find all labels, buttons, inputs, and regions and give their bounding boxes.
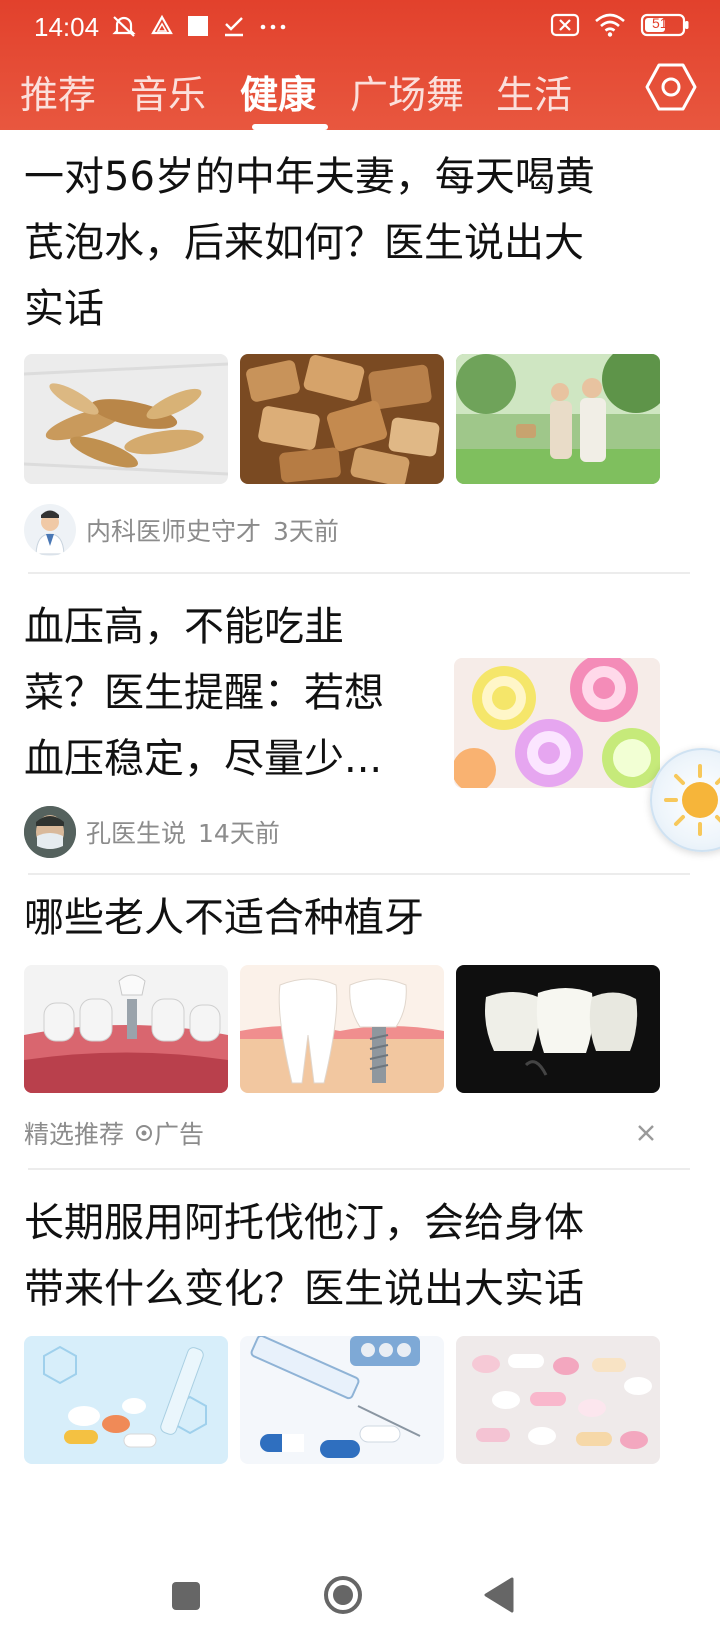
sim-off-icon	[550, 12, 580, 38]
article-title: 一对56岁的中年夫妻，每天喝黄 芪泡水，后来如何？医生说出大 实话	[24, 154, 595, 332]
home-button[interactable]	[322, 1574, 364, 1620]
app-header: 14:04 51 推荐 音乐 健康 广场舞 生活	[0, 0, 720, 130]
ad-eye-icon	[134, 1123, 154, 1143]
tooth-implant-diagram-image	[240, 965, 444, 1093]
astragalus-slices-image	[24, 354, 228, 484]
weather-sun-icon	[660, 760, 720, 844]
tab-health[interactable]: 健康	[240, 64, 316, 119]
author-name[interactable]: 孔医生说	[86, 814, 186, 850]
publish-time: 3天前	[273, 517, 339, 546]
ad-card[interactable]: 哪些老人不适合种植牙 精选推荐 广告	[0, 875, 720, 1167]
tab-recommend[interactable]: 推荐	[20, 64, 96, 119]
back-icon	[480, 1577, 516, 1618]
floating-weather-button[interactable]	[650, 748, 720, 852]
article-card[interactable]: 长期服用阿托伐他汀，会给身体 带来什么变化？医生说出大实话	[0, 1170, 720, 1470]
mute-bell-icon	[110, 12, 138, 40]
tab-music[interactable]: 音乐	[130, 64, 206, 119]
article-card[interactable]: 一对56岁的中年夫妻，每天喝黄 芪泡水，后来如何？医生说出大 实话 内科医师史守…	[0, 130, 720, 572]
recent-apps-button[interactable]	[170, 1580, 202, 1616]
article-meta: 内科医师史守才 3天前	[24, 504, 339, 556]
status-bar: 14:04 51	[0, 0, 720, 56]
article-title: 哪些老人不适合种植牙	[24, 895, 424, 941]
article-meta: 孔医生说 14天前	[24, 806, 280, 858]
article-card[interactable]: 血压高，不能吃韭 菜？医生提醒：若想 血压稳定，尽量少... 孔医生说 14天前	[0, 574, 720, 874]
tab-square-dance[interactable]: 广场舞	[350, 64, 464, 119]
swirl-candies-image	[454, 658, 660, 788]
wifi-icon	[594, 12, 626, 38]
battery-icon: 51	[640, 12, 690, 38]
publish-time: 14天前	[198, 819, 280, 848]
author-avatar[interactable]	[24, 806, 76, 858]
author-name[interactable]: 内科医师史守才	[86, 512, 261, 548]
status-icons-right: 51	[550, 12, 690, 38]
astragalus-chunks-image	[240, 354, 444, 484]
back-button[interactable]	[480, 1576, 516, 1618]
status-icons-left	[110, 12, 288, 40]
more-dots-icon	[258, 14, 288, 38]
square-icon	[186, 14, 210, 38]
tab-life[interactable]: 生活	[496, 64, 572, 119]
category-tabs: 推荐 音乐 健康 广场舞 生活	[0, 58, 720, 130]
syringe-capsules-image	[240, 1336, 444, 1464]
elderly-couple-park-image	[456, 354, 660, 484]
system-nav-bar	[0, 1550, 720, 1650]
article-title: 长期服用阿托伐他汀，会给身体 带来什么变化？医生说出大实话	[24, 1200, 584, 1312]
check-icon	[222, 14, 246, 38]
hexagon-settings-icon	[642, 63, 700, 120]
ad-meta: 精选推荐 广告	[24, 1115, 204, 1151]
ad-tag: 广告	[154, 1120, 205, 1149]
dental-implant-gum-image	[24, 965, 228, 1093]
dental-crowns-image	[456, 965, 660, 1093]
author-avatar[interactable]	[24, 504, 76, 556]
drive-icon	[150, 14, 174, 38]
close-icon	[630, 1125, 662, 1153]
dismiss-ad-button[interactable]	[630, 1117, 662, 1149]
home-icon	[322, 1576, 364, 1620]
recent-apps-icon	[170, 1582, 202, 1616]
article-title: 血压高，不能吃韭 菜？医生提醒：若想 血压稳定，尽量少...	[24, 604, 384, 782]
pills-lab-image	[24, 1336, 228, 1464]
battery-level: 51	[652, 15, 668, 31]
ad-source: 精选推荐	[24, 1120, 125, 1149]
pastel-pills-image	[456, 1336, 660, 1464]
channel-settings-button[interactable]	[642, 58, 700, 116]
status-time: 14:04	[34, 12, 100, 42]
